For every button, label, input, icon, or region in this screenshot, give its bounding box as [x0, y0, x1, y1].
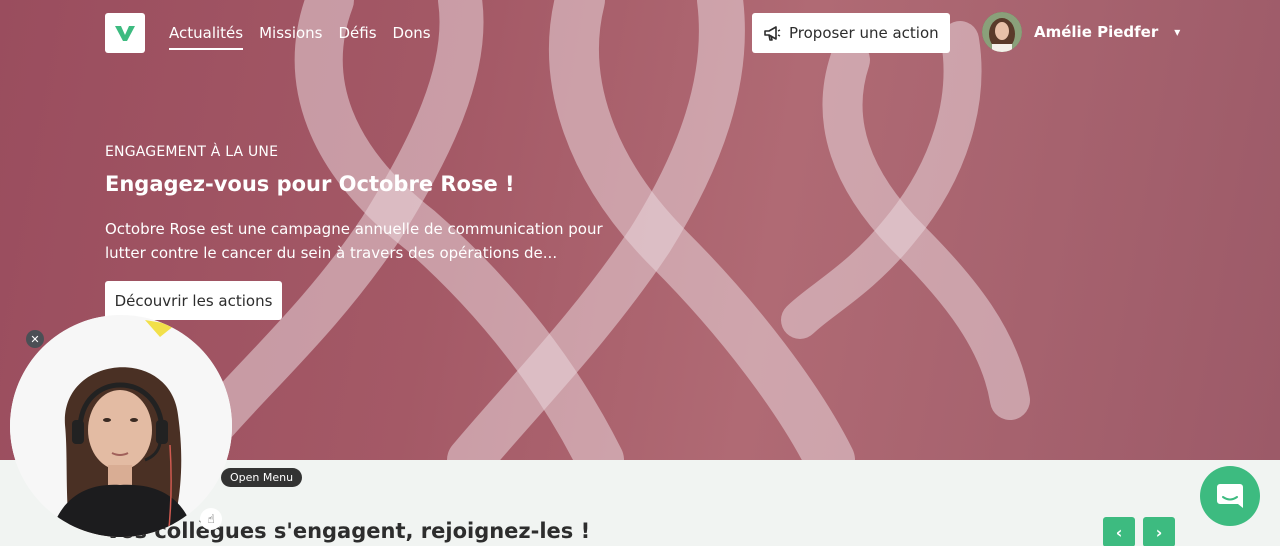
nav-item-defis[interactable]: Défis	[339, 24, 377, 50]
open-menu-tooltip: Open Menu	[221, 468, 303, 487]
carousel-prev-button[interactable]: ‹	[1103, 517, 1135, 546]
chat-icon	[1217, 484, 1243, 508]
nav-item-dons[interactable]: Dons	[393, 24, 431, 50]
chat-launcher-button[interactable]	[1200, 466, 1260, 526]
close-icon[interactable]: ✕	[26, 330, 44, 348]
nav-item-missions[interactable]: Missions	[259, 24, 322, 50]
user-name: Amélie Piedfer	[1034, 23, 1159, 41]
propose-action-label: Proposer une action	[789, 24, 939, 42]
user-menu[interactable]: Amélie Piedfer ▾	[982, 12, 1180, 52]
discover-actions-button[interactable]: Découvrir les actions	[105, 281, 282, 320]
logo-v-icon	[115, 26, 135, 41]
avatar	[982, 12, 1022, 52]
hand-cursor-icon: ☝	[200, 508, 222, 530]
hero-title: Engagez-vous pour Octobre Rose !	[105, 172, 515, 196]
section-title: Vos collègues s'engagent, rejoignez-les …	[105, 519, 591, 543]
chevron-right-icon: ›	[1155, 522, 1163, 542]
main-nav: Actualités Missions Défis Dons	[169, 24, 431, 50]
megaphone-icon	[764, 26, 781, 41]
webcam-feed-image	[10, 315, 232, 537]
hero-description: Octobre Rose est une campagne annuelle d…	[105, 220, 603, 262]
chevron-down-icon[interactable]: ▾	[1174, 25, 1180, 39]
propose-action-button[interactable]: Proposer une action	[752, 13, 950, 53]
hero-kicker: ENGAGEMENT À LA UNE	[105, 144, 279, 160]
nav-item-actualites[interactable]: Actualités	[169, 24, 244, 50]
chevron-left-icon: ‹	[1115, 522, 1123, 542]
app-logo[interactable]	[105, 13, 145, 53]
carousel-next-button[interactable]: ›	[1143, 517, 1175, 546]
webcam-overlay[interactable]	[10, 315, 232, 537]
